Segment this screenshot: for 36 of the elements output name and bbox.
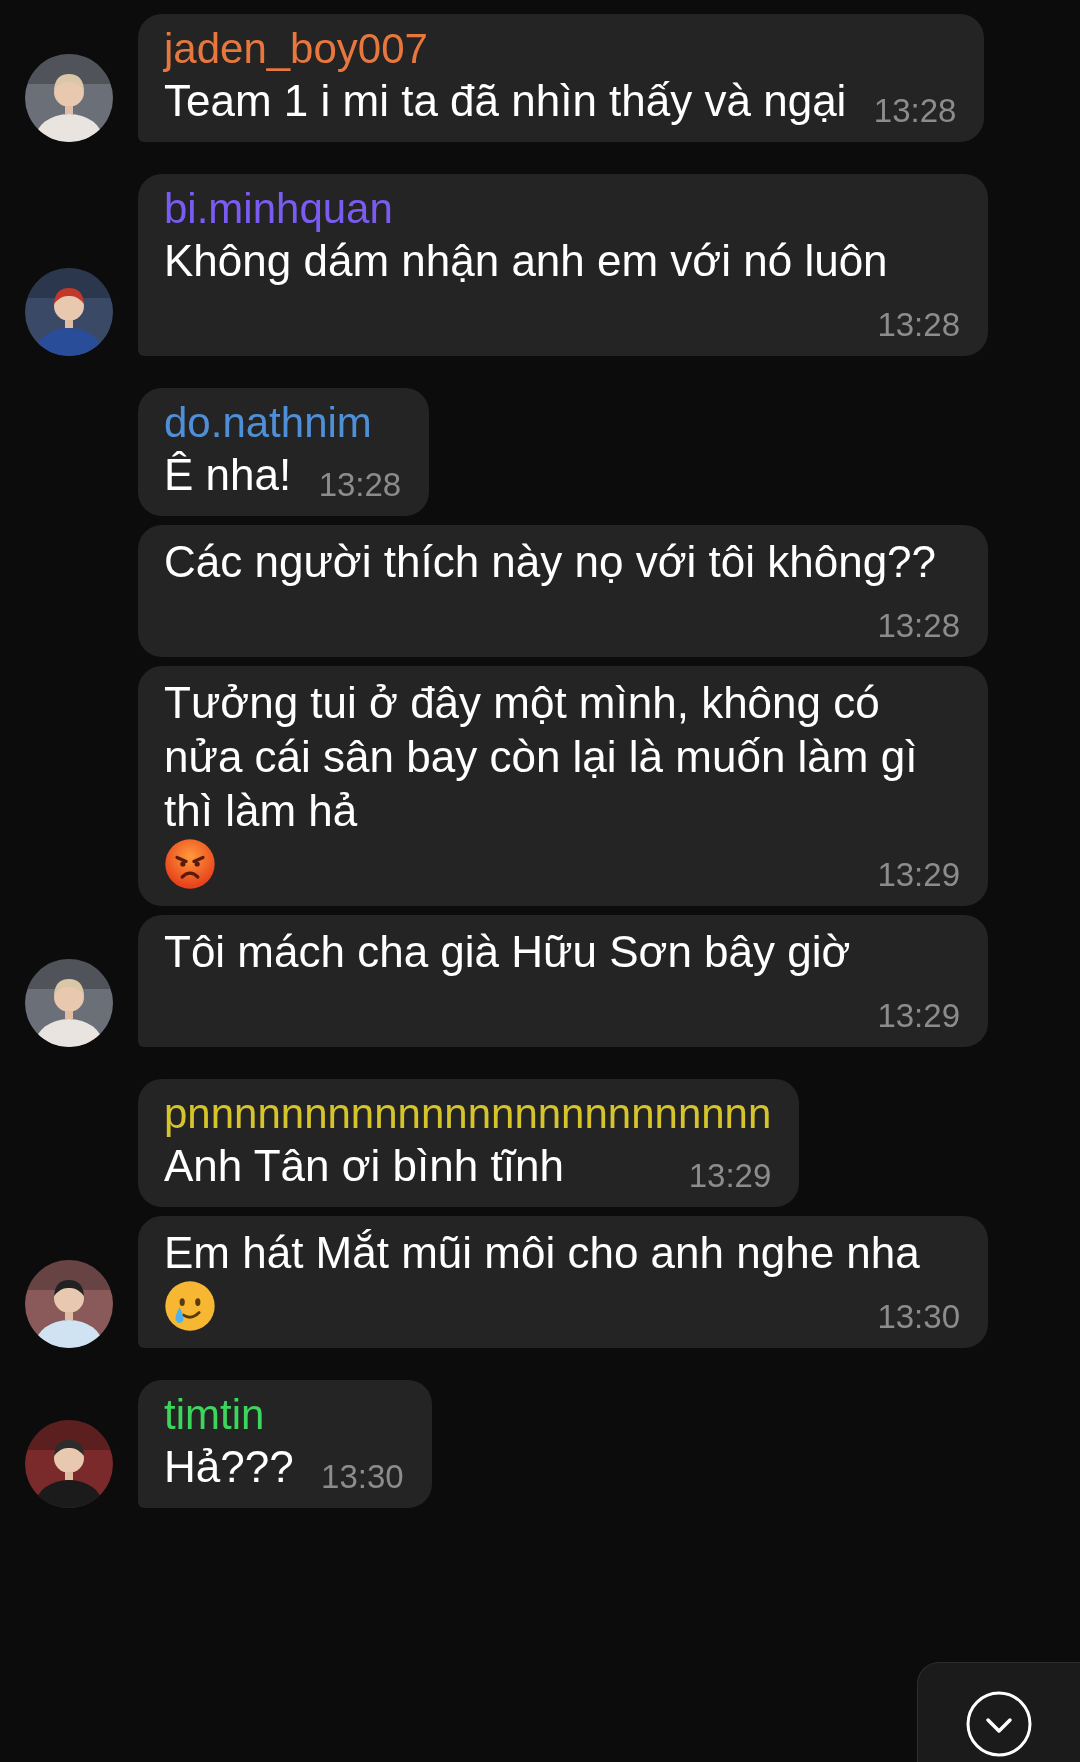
message-bubble[interactable]: Tôi mách cha già Hữu Sơn bây giờ 13:29 bbox=[138, 915, 988, 1047]
message-bubble[interactable]: pnnnnnnnnnnnnnnnnnnnnnnnnn Anh Tân ơi bình tĩnh 13:29 bbox=[138, 1079, 800, 1207]
message-bubble[interactable]: Các người thích này nọ với tôi không?? 13:28 bbox=[138, 525, 988, 657]
sender-name: jaden_boy007 bbox=[164, 24, 429, 74]
message-bubble[interactable]: do.nathnim Ê nha! 13:28 bbox=[138, 388, 430, 516]
sender-name: bi.minhquan bbox=[164, 184, 394, 234]
message-time: 13:28 bbox=[877, 607, 960, 645]
message-text: Team 1 i mi ta đã nhìn thấy và ngại bbox=[164, 75, 847, 127]
angry-face-icon bbox=[164, 838, 216, 890]
message-time: 13:28 bbox=[877, 306, 960, 344]
message-bubble[interactable]: bi.minhquan Không dám nhận anh em với nó luôn 13:28 bbox=[138, 174, 988, 356]
message-time: 13:29 bbox=[877, 997, 960, 1035]
message-time: 13:30 bbox=[321, 1458, 404, 1496]
message-bubble[interactable]: Em hát Mắt mũi môi cho anh nghe nha 13:30 bbox=[138, 1216, 988, 1348]
message-text: Tôi mách cha già Hữu Sơn bây giờ bbox=[164, 926, 851, 978]
scroll-down-button[interactable] bbox=[917, 1662, 1080, 1762]
message-time: 13:29 bbox=[688, 1157, 772, 1195]
message-text: Anh Tân ơi bình tĩnh bbox=[164, 1140, 564, 1192]
sender-name: pnnnnnnnnnnnnnnnnnnnnnnnnn bbox=[164, 1089, 772, 1139]
message-bubble[interactable]: timtin Hả??? 13:30 bbox=[138, 1380, 432, 1508]
message-bubble[interactable]: jaden_boy007 Team 1 i mi ta đã nhìn thấy và ngại 13:28 bbox=[138, 14, 985, 142]
message-text: Hả??? bbox=[164, 1441, 294, 1493]
message-bubble[interactable]: Tưởng tui ở đây một mình, không có nửa cái sân bay còn lại là muốn làm gì thì làm hả 13:29 bbox=[138, 666, 988, 906]
message-text: Ê nha! bbox=[164, 449, 292, 501]
message-time: 13:28 bbox=[318, 466, 402, 504]
message-time: 13:30 bbox=[877, 1298, 960, 1336]
message-text: Không dám nhận anh em với nó luôn bbox=[164, 235, 888, 287]
message-time: 13:29 bbox=[877, 856, 960, 894]
message-text: Các người thích này nọ với tôi không?? bbox=[164, 536, 937, 588]
sender-name: do.nathnim bbox=[164, 398, 373, 448]
smiling-face-with-tear-icon bbox=[164, 1280, 216, 1332]
message-text: Em hát Mắt mũi môi cho anh nghe nha bbox=[164, 1227, 920, 1279]
message-time: 13:28 bbox=[873, 92, 957, 130]
chevron-down-icon bbox=[964, 1689, 1034, 1759]
sender-name: timtin bbox=[164, 1390, 266, 1440]
message-text: Tưởng tui ở đây một mình, không có nửa cái sân bay còn lại là muốn làm gì thì làm hả bbox=[164, 677, 919, 837]
